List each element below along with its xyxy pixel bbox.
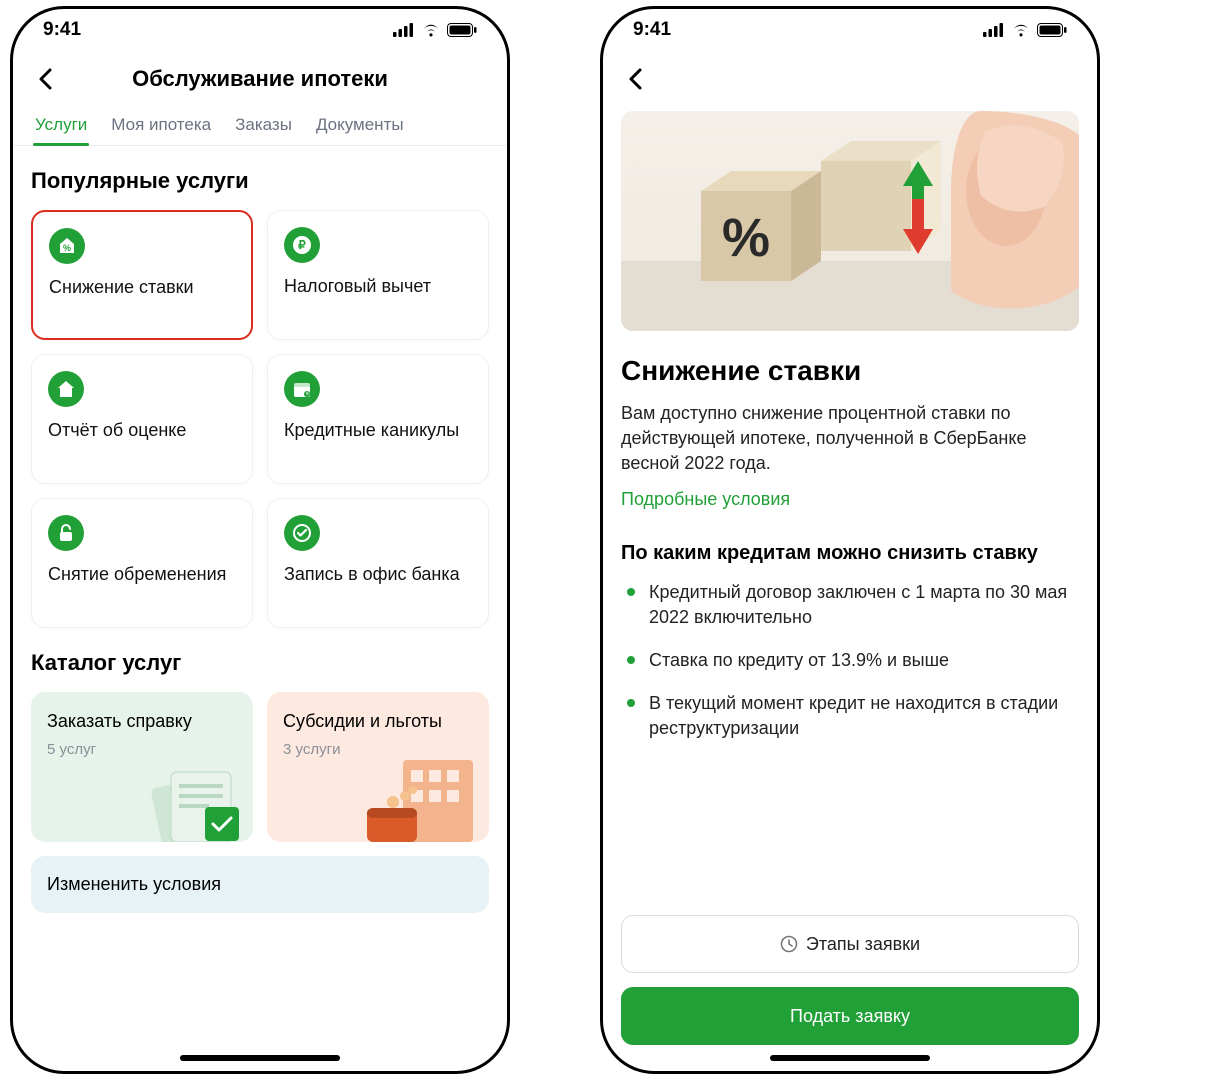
catalog-subsidies[interactable]: Субсидии и льготы 3 услуги	[267, 692, 489, 842]
card-remove-encumbrance[interactable]: Снятие обременения	[31, 498, 253, 628]
svg-text:%: %	[63, 243, 71, 253]
eligibility-title: По каким кредитам можно снизить ставку	[621, 540, 1079, 566]
battery-icon	[447, 23, 477, 37]
wide-card-label: Измененить условия	[47, 874, 221, 894]
status-bar: 9:41	[603, 9, 1097, 51]
check-circle-icon	[284, 515, 320, 551]
section-popular-title: Популярные услуги	[31, 168, 489, 194]
stages-label: Этапы заявки	[806, 934, 920, 955]
page-title: Обслуживание ипотеки	[31, 66, 489, 92]
detail-conditions-link[interactable]: Подробные условия	[621, 489, 790, 510]
wifi-icon	[421, 23, 441, 37]
bullet-item: В текущий момент кредит не находится в с…	[621, 691, 1079, 741]
ruble-icon: ₽	[284, 227, 320, 263]
home-indicator[interactable]	[180, 1055, 340, 1061]
phone-services: 9:41 Обслуживание ипотеки Услуги Моя ипо…	[10, 6, 510, 1074]
catalog-order-certificate[interactable]: Заказать справку 5 услуг	[31, 692, 253, 842]
status-time: 9:41	[633, 19, 671, 41]
content-area: Популярные услуги % Снижение ставки ₽ На…	[13, 146, 507, 1071]
detail-paragraph: Вам доступно снижение процентной ставки …	[621, 401, 1079, 477]
clock-icon	[780, 935, 798, 953]
svg-text:%: %	[722, 208, 770, 268]
status-time: 9:41	[43, 19, 81, 41]
tab-mortgage[interactable]: Моя ипотека	[109, 107, 213, 145]
stages-button[interactable]: Этапы заявки	[621, 915, 1079, 973]
tab-orders[interactable]: Заказы	[233, 107, 294, 145]
phone-detail: 9:41 . %	[600, 6, 1100, 1074]
submit-button[interactable]: Подать заявку	[621, 987, 1079, 1045]
catalog-title: Субсидии и льготы	[283, 710, 473, 733]
documents-illustration	[127, 752, 247, 842]
card-label: Запись в офис банка	[284, 563, 472, 586]
card-label: Кредитные каникулы	[284, 419, 472, 442]
building-illustration	[353, 742, 483, 842]
navbar: .	[603, 51, 1097, 103]
unlock-icon	[48, 515, 84, 551]
catalog-title: Заказать справку	[47, 710, 237, 733]
cellular-icon	[983, 23, 1005, 37]
card-tax-deduction[interactable]: ₽ Налоговый вычет	[267, 210, 489, 340]
status-icons	[393, 23, 477, 37]
popular-grid: % Снижение ставки ₽ Налоговый вычет Отчё…	[31, 210, 489, 628]
status-bar: 9:41	[13, 9, 507, 51]
percent-house-icon: %	[49, 228, 85, 264]
card-rate-reduction[interactable]: % Снижение ставки	[31, 210, 253, 340]
chevron-left-icon	[628, 68, 644, 90]
card-label: Снятие обременения	[48, 563, 236, 586]
calendar-icon	[284, 371, 320, 407]
house-icon	[48, 371, 84, 407]
card-label: Налоговый вычет	[284, 275, 472, 298]
bullet-item: Ставка по кредиту от 13.9% и выше	[621, 648, 1079, 673]
section-catalog-title: Каталог услуг	[31, 650, 489, 676]
tab-services[interactable]: Услуги	[33, 107, 89, 145]
svg-text:₽: ₽	[298, 238, 306, 252]
card-office-booking[interactable]: Запись в офис банка	[267, 498, 489, 628]
card-credit-holidays[interactable]: Кредитные каникулы	[267, 354, 489, 484]
detail-title: Снижение ставки	[621, 355, 1079, 387]
card-label: Снижение ставки	[49, 276, 235, 299]
catalog-change-terms[interactable]: Измененить условия	[31, 856, 489, 913]
eligibility-list: Кредитный договор заключен с 1 марта по …	[621, 580, 1079, 742]
battery-icon	[1037, 23, 1067, 37]
navbar: Обслуживание ипотеки	[13, 51, 507, 103]
submit-label: Подать заявку	[790, 1006, 910, 1027]
home-indicator[interactable]	[770, 1055, 930, 1061]
tab-bar: Услуги Моя ипотека Заказы Документы	[13, 103, 507, 146]
bullet-item: Кредитный договор заключен с 1 марта по …	[621, 580, 1079, 630]
catalog-grid: Заказать справку 5 услуг Субсидии и льго…	[31, 692, 489, 842]
hero-image: %	[621, 111, 1079, 331]
back-button[interactable]	[621, 64, 651, 94]
wifi-icon	[1011, 23, 1031, 37]
tab-documents[interactable]: Документы	[314, 107, 406, 145]
bottom-actions: Этапы заявки Подать заявку	[621, 905, 1079, 1045]
status-icons	[983, 23, 1067, 37]
cellular-icon	[393, 23, 415, 37]
card-label: Отчёт об оценке	[48, 419, 236, 442]
card-appraisal[interactable]: Отчёт об оценке	[31, 354, 253, 484]
